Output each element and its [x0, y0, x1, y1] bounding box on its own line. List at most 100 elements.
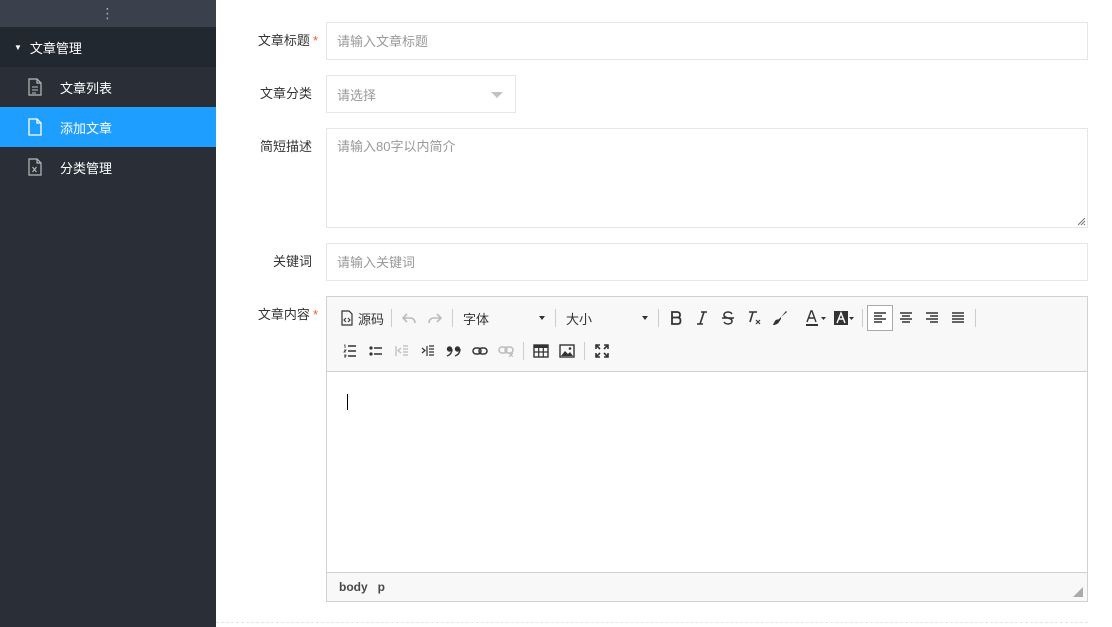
- title-label-text: 文章标题: [257, 33, 310, 48]
- italic-icon: [697, 311, 708, 325]
- title-label: 文章标题 *: [216, 22, 322, 60]
- align-justify-icon: [952, 312, 965, 323]
- align-left-button[interactable]: [867, 305, 894, 331]
- table-icon: [533, 344, 549, 358]
- outdent-icon: [395, 345, 408, 356]
- sidebar-group-label: 文章管理: [29, 40, 82, 56]
- text-cursor: [347, 394, 348, 410]
- strikethrough-icon: [722, 311, 735, 325]
- remove-format-button[interactable]: [741, 305, 767, 331]
- toolbar-row-2: [337, 338, 615, 364]
- toolbar-separator: [862, 309, 864, 327]
- table-button[interactable]: [528, 338, 554, 364]
- image-button[interactable]: [554, 338, 580, 364]
- ordered-list-icon: [343, 344, 356, 358]
- dropdown-arrow-icon: [491, 92, 503, 98]
- rich-text-editor: 源码 字体 大小 body p: [326, 296, 1088, 602]
- path-element-p[interactable]: p: [378, 580, 385, 594]
- toolbar-separator: [797, 309, 798, 327]
- toolbar-separator: [584, 342, 585, 360]
- image-icon: [559, 344, 575, 358]
- sidebar-item-category-management[interactable]: 分类管理: [0, 147, 216, 187]
- toolbar-separator: [523, 342, 524, 360]
- strikethrough-button[interactable]: [715, 305, 741, 331]
- editor-statusbar: body p: [327, 572, 1087, 601]
- sidebar: ⋮ ▼ 文章管理 文章列表 添加文章 分类管理: [0, 0, 216, 627]
- source-button-label: 源码: [358, 311, 385, 327]
- bold-button[interactable]: [663, 305, 689, 331]
- toolbar-separator: [391, 309, 393, 327]
- redo-icon: [428, 313, 443, 324]
- background-color-icon: [834, 311, 855, 325]
- remove-format-icon: [749, 311, 761, 325]
- maximize-button[interactable]: [589, 338, 615, 364]
- font-family-select[interactable]: 字体: [457, 305, 551, 331]
- font-size-select[interactable]: 大小: [560, 305, 654, 331]
- fullscreen-icon: [595, 344, 609, 358]
- content-label: 文章内容 *: [216, 296, 322, 334]
- toolbar-separator: [555, 309, 557, 327]
- redo-button[interactable]: [422, 305, 448, 331]
- undo-icon: [402, 313, 416, 324]
- bold-icon: [671, 311, 682, 325]
- divider: [216, 622, 1088, 623]
- toolbar-separator: [975, 309, 977, 327]
- document-lines-icon: [28, 78, 42, 96]
- sidebar-item-add-article[interactable]: 添加文章: [0, 107, 216, 147]
- sidebar-item-label: 文章列表: [60, 80, 113, 96]
- indent-icon: [421, 345, 434, 356]
- indent-button[interactable]: [415, 338, 441, 364]
- paint-brush-icon: [773, 311, 788, 325]
- format-painter-button[interactable]: [767, 305, 793, 331]
- keywords-label-text: 关键词: [272, 254, 312, 269]
- category-label: 文章分类: [216, 75, 322, 113]
- link-button[interactable]: [467, 338, 493, 364]
- unlink-button[interactable]: [493, 338, 519, 364]
- undo-button[interactable]: [396, 305, 422, 331]
- resize-grip-icon[interactable]: [1076, 216, 1086, 226]
- ordered-list-button[interactable]: [337, 338, 363, 364]
- align-center-icon: [900, 312, 913, 323]
- keywords-label: 关键词: [216, 243, 322, 281]
- quote-icon: [446, 346, 461, 357]
- caret-down-icon: ▼: [14, 42, 22, 52]
- bullet-list-button[interactable]: [363, 338, 389, 364]
- category-select[interactable]: 请选择: [326, 75, 516, 113]
- align-right-icon: [926, 312, 939, 323]
- blockquote-button[interactable]: [441, 338, 467, 364]
- toolbar-separator: [658, 309, 660, 327]
- unlink-icon: [498, 346, 514, 357]
- text-color-icon: [806, 310, 827, 326]
- sidebar-toggle[interactable]: ⋮: [0, 0, 216, 27]
- path-element-body[interactable]: body: [339, 580, 368, 594]
- link-icon: [472, 347, 488, 355]
- required-mark: *: [312, 307, 318, 322]
- more-vertical-icon[interactable]: ⋮: [101, 5, 116, 22]
- source-button[interactable]: 源码: [337, 305, 387, 331]
- text-color-button[interactable]: [802, 305, 830, 331]
- category-select-value: 请选择: [337, 87, 377, 103]
- font-size-label: 大小: [566, 311, 593, 327]
- required-mark: *: [312, 33, 318, 48]
- title-input[interactable]: [326, 22, 1088, 60]
- dropdown-arrow-icon: [642, 316, 649, 320]
- document-x-icon: [28, 158, 42, 176]
- sidebar-item-article-list[interactable]: 文章列表: [0, 67, 216, 107]
- editor-content-area[interactable]: [327, 372, 1087, 573]
- bullet-list-icon: [369, 346, 382, 356]
- align-justify-button[interactable]: [945, 305, 971, 331]
- dropdown-arrow-icon: [539, 316, 546, 320]
- keywords-input[interactable]: [326, 243, 1088, 281]
- align-right-button[interactable]: [919, 305, 945, 331]
- align-center-button[interactable]: [893, 305, 919, 331]
- description-label: 简短描述: [216, 128, 322, 166]
- article-form: 文章标题* 文章分类 请选择 简短描述 关键词 文章内容* 源码: [216, 0, 1112, 627]
- editor-toolbar: 源码 字体 大小: [327, 297, 1087, 372]
- sidebar-item-label: 分类管理: [60, 160, 113, 176]
- editor-resize-icon[interactable]: [1073, 587, 1083, 597]
- outdent-button[interactable]: [389, 338, 415, 364]
- italic-button[interactable]: [689, 305, 715, 331]
- description-textarea[interactable]: [326, 128, 1088, 228]
- sidebar-group-article-management[interactable]: ▼ 文章管理: [0, 27, 216, 67]
- background-color-button[interactable]: [830, 305, 858, 331]
